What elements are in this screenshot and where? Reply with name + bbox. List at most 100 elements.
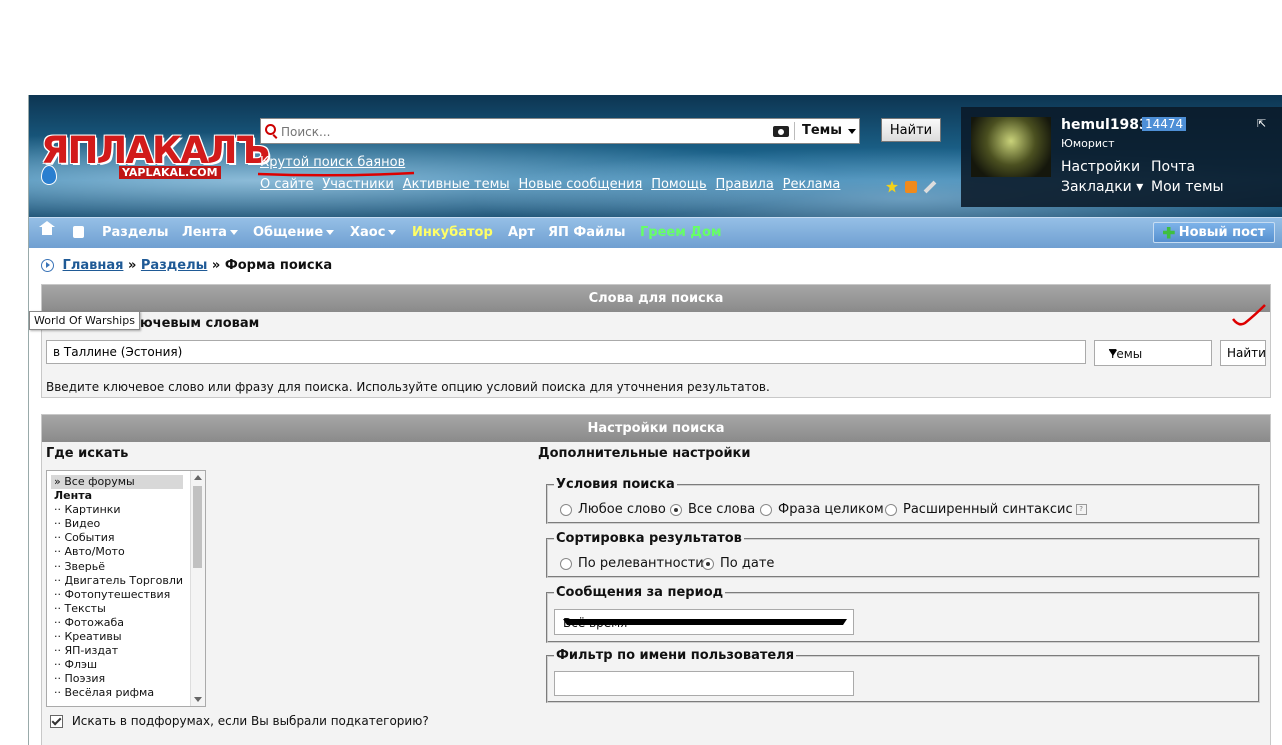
settings-panel-title: Настройки поиска bbox=[42, 415, 1270, 442]
breadcrumb-sections[interactable]: Разделы bbox=[141, 258, 207, 273]
mail-link[interactable]: Почта bbox=[1151, 159, 1195, 175]
thumbs-up-icon[interactable] bbox=[73, 226, 84, 238]
where-label: Где искать bbox=[46, 446, 129, 461]
camera-icon[interactable] bbox=[773, 126, 789, 137]
site-header: ЯПЛАКАЛЪ YAPLAKAL.COM Темы Найти Крутой … bbox=[29, 95, 1282, 217]
avatar[interactable] bbox=[971, 117, 1051, 177]
subforums-option[interactable]: Искать в подфорумах, если Вы выбрали под… bbox=[50, 714, 429, 728]
keyword-find-button[interactable]: Найти bbox=[1220, 340, 1266, 366]
radio-button[interactable] bbox=[760, 503, 772, 516]
condition-any-word[interactable]: Любое слово bbox=[560, 502, 666, 517]
list-item[interactable]: ·· Фотопутешествия bbox=[47, 588, 205, 602]
list-item[interactable]: ·· Авто/Мото bbox=[47, 545, 205, 559]
nav-sections[interactable]: Разделы bbox=[102, 225, 168, 240]
radio-button[interactable] bbox=[560, 557, 572, 570]
list-item[interactable]: » Все форумы bbox=[51, 475, 183, 490]
cool-search-link[interactable]: Крутой поиск баянов bbox=[260, 155, 405, 170]
link-about[interactable]: О сайте bbox=[260, 177, 314, 192]
conditions-legend: Условия поиска bbox=[554, 477, 677, 492]
breadcrumb-sep: » bbox=[127, 258, 137, 273]
nav-incubator[interactable]: Инкубатор bbox=[412, 225, 493, 240]
condition-all-words[interactable]: Все слова bbox=[670, 502, 755, 517]
list-item[interactable]: ·· Весёлая рифма bbox=[47, 686, 205, 700]
list-item[interactable]: ·· События bbox=[47, 531, 205, 545]
user-panel: hemul1983 14474 ⇱ Юморист Настройки Почт… bbox=[961, 107, 1282, 207]
link-active-topics[interactable]: Активные темы bbox=[403, 177, 510, 192]
logo-subtext: YAPLAKAL.COM bbox=[119, 166, 221, 179]
sort-legend: Сортировка результатов bbox=[554, 531, 744, 546]
keyword-hint: Введите ключевое слово или фразу для пои… bbox=[46, 380, 770, 394]
nav-chaos-label: Хаос bbox=[350, 225, 386, 240]
keyword-scope-select[interactable]: Темы bbox=[1094, 340, 1212, 366]
link-rules[interactable]: Правила bbox=[715, 177, 773, 192]
breadcrumb: Главная » Разделы » Форма поиска bbox=[41, 258, 332, 273]
radio-button[interactable] bbox=[885, 503, 897, 516]
radio-button[interactable] bbox=[560, 503, 572, 516]
list-item[interactable]: ·· Поэзия bbox=[47, 672, 205, 686]
header-search-box: Темы bbox=[260, 118, 860, 144]
scroll-down-icon[interactable] bbox=[194, 697, 202, 702]
list-item[interactable]: ·· Видео bbox=[47, 517, 205, 531]
bookmarks-link[interactable]: Закладки ▾ bbox=[1061, 179, 1143, 195]
new-post-button[interactable]: Новый пост bbox=[1153, 222, 1275, 243]
play-circle-icon bbox=[41, 259, 54, 272]
link-new-posts[interactable]: Новые сообщения bbox=[519, 177, 643, 192]
condition-label: Фраза целиком bbox=[778, 502, 884, 517]
list-item[interactable]: ·· Фотожаба bbox=[47, 616, 205, 630]
scroll-up-icon[interactable] bbox=[194, 475, 202, 480]
pencil-icon[interactable] bbox=[923, 180, 937, 193]
settings-link[interactable]: Настройки bbox=[1061, 159, 1140, 175]
period-legend: Сообщения за период bbox=[554, 585, 726, 600]
chevron-down-icon[interactable] bbox=[848, 129, 856, 134]
header-tool-icons bbox=[886, 179, 937, 194]
keyword-search-input[interactable] bbox=[46, 340, 1086, 364]
period-select[interactable]: Всё время bbox=[554, 609, 854, 635]
nav-files[interactable]: ЯП Файлы bbox=[548, 225, 625, 240]
subforums-checkbox[interactable] bbox=[50, 715, 63, 728]
scrollbar-thumb[interactable] bbox=[193, 486, 202, 568]
condition-advanced[interactable]: Расширенный синтаксис? bbox=[885, 502, 1087, 517]
chevron-down-icon bbox=[1109, 350, 1117, 356]
header-search-button[interactable]: Найти bbox=[881, 118, 941, 142]
logout-icon[interactable]: ⇱ bbox=[1257, 117, 1266, 130]
list-item[interactable]: ·· Зверьё bbox=[47, 560, 205, 574]
radio-button[interactable] bbox=[670, 503, 682, 516]
header-search-input[interactable] bbox=[279, 121, 763, 143]
user-count-badge[interactable]: 14474 bbox=[1142, 117, 1187, 131]
list-item[interactable]: ·· Двигатель Торговли bbox=[47, 574, 205, 588]
username[interactable]: hemul1983 bbox=[1061, 117, 1149, 133]
list-item[interactable]: ·· Флэш bbox=[47, 658, 205, 672]
list-item[interactable]: ·· Тексты bbox=[47, 602, 205, 616]
search-scope-dropdown[interactable]: Темы bbox=[802, 123, 842, 138]
nav-art[interactable]: Арт bbox=[508, 225, 535, 240]
link-help[interactable]: Помощь bbox=[651, 177, 706, 192]
condition-exact-phrase[interactable]: Фраза целиком bbox=[760, 502, 884, 517]
user-filter-input[interactable] bbox=[554, 671, 854, 696]
list-item[interactable]: ·· ЯП-издат bbox=[47, 644, 205, 658]
rss-icon[interactable] bbox=[904, 180, 917, 193]
list-item[interactable]: ·· Картинки bbox=[47, 503, 205, 517]
forum-listbox[interactable]: » Все форумы Лента ·· Картинки ·· Видео … bbox=[46, 470, 206, 707]
sort-date[interactable]: По дате bbox=[702, 556, 774, 571]
link-members[interactable]: Участники bbox=[322, 177, 394, 192]
nav-communication[interactable]: Общение bbox=[253, 225, 335, 240]
drop-icon bbox=[41, 165, 57, 185]
my-topics-link[interactable]: Мои темы bbox=[1151, 179, 1224, 195]
nav-feed[interactable]: Лента bbox=[182, 225, 238, 240]
nav-chaos[interactable]: Хаос bbox=[350, 225, 397, 240]
main-nav: Разделы Лента Общение Хаос Инкубатор Арт… bbox=[29, 217, 1282, 248]
chevron-down-icon bbox=[326, 230, 335, 235]
home-icon[interactable] bbox=[39, 221, 55, 235]
radio-button[interactable] bbox=[702, 557, 714, 570]
listbox-scrollbar[interactable] bbox=[190, 471, 205, 706]
nav-greem-dom[interactable]: Греем Дом bbox=[640, 225, 722, 240]
link-ads[interactable]: Реклама bbox=[783, 177, 841, 192]
sort-relevance[interactable]: По релевантности bbox=[560, 556, 704, 571]
star-icon[interactable] bbox=[886, 180, 898, 193]
list-item[interactable]: Лента bbox=[47, 489, 205, 503]
list-item[interactable]: ·· Креативы bbox=[47, 630, 205, 644]
help-icon[interactable]: ? bbox=[1075, 504, 1087, 515]
search-icon bbox=[265, 124, 276, 135]
breadcrumb-home[interactable]: Главная bbox=[63, 258, 124, 273]
site-logo[interactable]: ЯПЛАКАЛЪ YAPLAKAL.COM bbox=[41, 129, 270, 185]
